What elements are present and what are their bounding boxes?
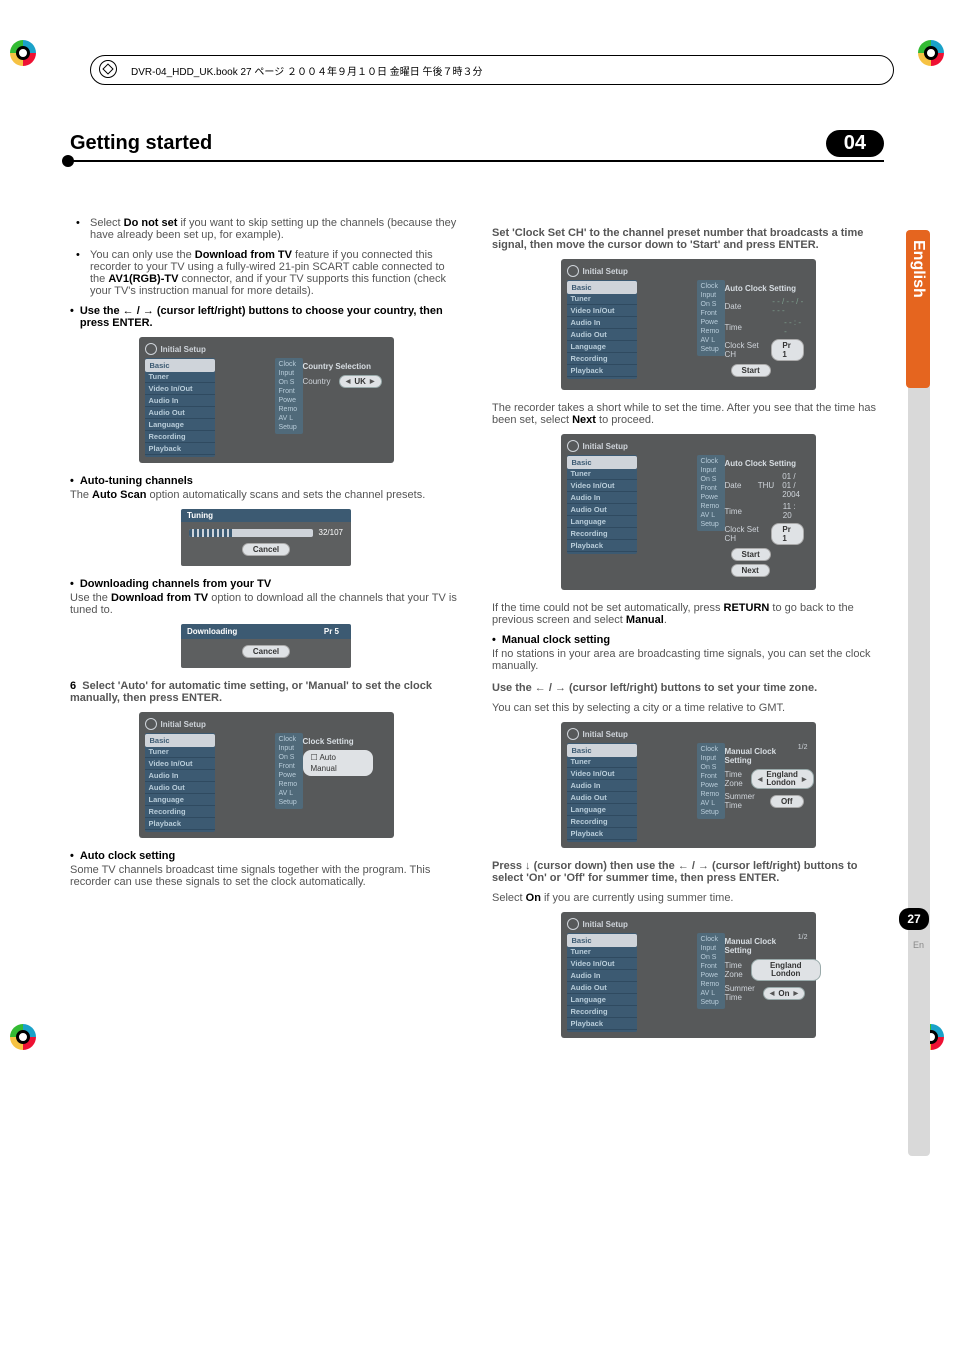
cancel-button[interactable]: Cancel <box>242 645 290 658</box>
tuning-title: Tuning <box>181 509 351 522</box>
osd-sub-menu: Clock Input On S Front Powe Remo AV L Se… <box>275 733 303 809</box>
heading-auto-tuning: Auto-tuning channels <box>70 475 462 487</box>
osd-panel-heading: Country Selection <box>243 362 382 371</box>
step-6: 6 Select 'Auto' for automatic time setti… <box>70 680 462 704</box>
date-value: - - / - - / - - - - <box>772 297 803 315</box>
left-column: Select Do not set if you want to skip se… <box>70 217 462 1050</box>
osd-title: Initial Setup <box>145 343 388 355</box>
start-button[interactable]: Start <box>731 548 771 561</box>
auto-clock-body: Some TV channels broadcast time signals … <box>70 864 462 888</box>
osd-title: Initial Setup <box>145 718 388 730</box>
downloading-preset: Pr 5 <box>318 626 345 637</box>
osd-sub-menu: Clock Input On S Front Powe Remo AV L Se… <box>697 455 725 531</box>
menu-item: Recording <box>145 431 215 443</box>
next-button[interactable]: Next <box>731 564 770 577</box>
osd-panel-heading: Auto Clock Setting <box>665 459 804 468</box>
step-set-clock-ch: Set 'Clock Set CH' to the channel preset… <box>492 227 884 251</box>
menu-item: Audio In <box>145 395 215 407</box>
step-set-timezone: Use the ← / → (cursor left/right) button… <box>492 682 884 694</box>
menu-item: Audio Out <box>145 407 215 419</box>
tuning-count: 32/107 <box>319 528 343 537</box>
timezone-body: You can set this by selecting a city or … <box>492 702 884 714</box>
osd-page-indicator: 1/2 <box>798 934 808 941</box>
osd-left-menu: Basic Tuner Video In/Out Audio In Audio … <box>567 933 637 1032</box>
start-button[interactable]: Start <box>731 364 771 377</box>
chapter-title-bar: Getting started 04 <box>70 130 884 157</box>
timezone-value: England London <box>751 959 821 981</box>
chapter-number-badge: 04 <box>826 130 884 157</box>
manual-clock-body: If no stations in your area are broadcas… <box>492 648 884 672</box>
osd-panel-heading: Manual Clock Setting <box>665 937 804 955</box>
chapter-title: Getting started <box>70 132 816 155</box>
menu-item: Playback <box>145 443 215 455</box>
clock-set-ch-selector[interactable]: Pr 1 <box>771 339 803 361</box>
osd-left-menu: Basic Tuner Video In/Out Audio In Audio … <box>567 455 637 554</box>
osd-sub-menu: Clock Input On S Front Powe Remo AV L Se… <box>697 743 725 819</box>
heading-auto-clock: Auto clock setting <box>70 850 462 862</box>
country-selector[interactable]: UK <box>339 375 382 388</box>
heading-downloading: Downloading channels from your TV <box>70 578 462 590</box>
osd-left-menu: Basic Tuner Video In/Out Audio In Audio … <box>567 743 637 842</box>
summer-body: Select On if you are currently using sum… <box>492 892 884 904</box>
downloading-title: Downloading <box>187 627 237 636</box>
page-language-short: En <box>913 940 924 950</box>
osd-title: Initial Setup <box>567 918 810 930</box>
osd-clock-setting: Initial Setup Basic Tuner Video In/Out A… <box>139 712 394 838</box>
clock-mode-selector[interactable]: Auto Manual <box>303 750 373 776</box>
menu-item: Video In/Out <box>145 383 215 395</box>
summertime-value[interactable]: Off <box>770 795 804 808</box>
osd-sub-menu: Clock Input On S Front Powe Remo AV L Se… <box>697 280 725 356</box>
tuning-progress-bar <box>189 529 313 537</box>
osd-page-indicator: 1/2 <box>798 744 808 751</box>
title-underline <box>70 160 884 162</box>
downloading-body: Use the Download from TV option to downl… <box>70 592 462 616</box>
heading-manual-clock: Manual clock setting <box>492 634 884 646</box>
osd-auto-clock-start: Initial Setup Basic Tuner Video In/Out A… <box>561 259 816 390</box>
time-value: - - : - - <box>784 318 803 336</box>
step-choose-country: Use the ← / → (cursor left/right) button… <box>70 305 462 329</box>
time-value: 11 : 20 <box>783 502 804 520</box>
osd-manual-clock-off: Initial Setup 1/2 Basic Tuner Video In/O… <box>561 722 816 848</box>
osd-panel-heading: Manual Clock Setting <box>665 747 804 765</box>
osd-left-menu: Basic Tuner Video In/Out Audio In Audio … <box>145 733 215 832</box>
summertime-selector[interactable]: On <box>763 987 805 1000</box>
osd-auto-clock-result: Initial Setup Basic Tuner Video In/Out A… <box>561 434 816 590</box>
osd-title: Initial Setup <box>567 265 810 277</box>
osd-panel-heading: Clock Setting <box>243 737 382 746</box>
menu-item: Tuner <box>145 371 215 383</box>
osd-title: Initial Setup <box>567 728 810 740</box>
right-column: Set 'Clock Set CH' to the channel preset… <box>492 217 884 1050</box>
osd-downloading: Downloading Pr 5 Cancel <box>181 624 351 668</box>
osd-panel-heading: Auto Clock Setting <box>665 284 804 293</box>
osd-field-label: Country <box>303 377 331 386</box>
osd-manual-clock-on: Initial Setup 1/2 Basic Tuner Video In/O… <box>561 912 816 1038</box>
date-value: 01 / 01 / 2004 <box>782 472 803 499</box>
osd-sub-menu: Clock Input On S Front Powe Remo AV L Se… <box>275 358 303 434</box>
note-download-from-tv: You can only use the Download from TV fe… <box>90 249 462 297</box>
osd-left-menu: Basic Tuner Video In/Out Audio In Audio … <box>567 280 637 379</box>
osd-title: Initial Setup <box>567 440 810 452</box>
note-do-not-set: Select Do not set if you want to skip se… <box>90 217 462 241</box>
page-number-badge: 27 <box>899 908 929 930</box>
cancel-button[interactable]: Cancel <box>242 543 290 556</box>
osd-sub-menu: Clock Input On S Front Powe Remo AV L Se… <box>697 933 725 1009</box>
recorder-wait-text: The recorder takes a short while to set … <box>492 402 884 426</box>
if-time-not-set-text: If the time could not be set automatical… <box>492 602 884 626</box>
auto-tune-body: The Auto Scan option automatically scans… <box>70 489 462 501</box>
osd-country-selection: Initial Setup Basic Tuner Video In/Out A… <box>139 337 394 463</box>
osd-tuning-progress: Tuning 32/107 Cancel <box>181 509 351 566</box>
menu-item: Language <box>145 419 215 431</box>
step-summer-time: Press ↓ (cursor down) then use the ← / →… <box>492 860 884 884</box>
timezone-selector[interactable]: England London <box>751 769 814 789</box>
clock-set-ch-selector[interactable]: Pr 1 <box>771 523 803 545</box>
osd-left-menu: Basic Tuner Video In/Out Audio In Audio … <box>145 358 215 457</box>
